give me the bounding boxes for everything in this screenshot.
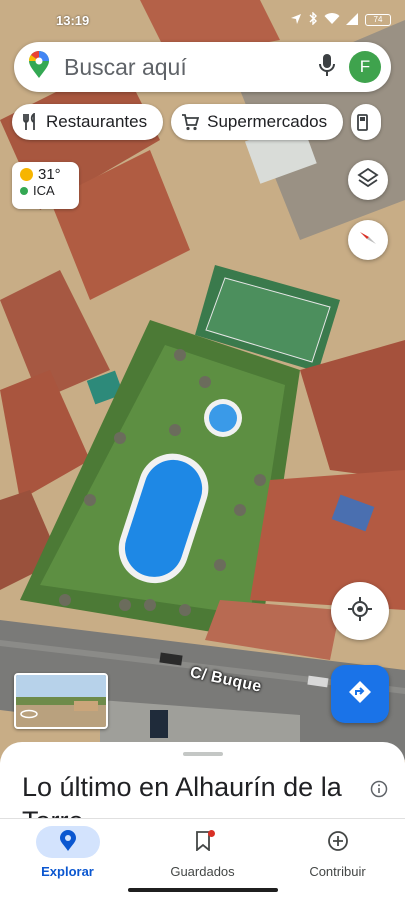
search-input[interactable]: Buscar aquí (64, 54, 319, 81)
nav-pill (171, 826, 235, 858)
sheet-title: Lo último en Alhaurín de la Torre (22, 772, 342, 822)
chip-label: Restaurantes (46, 112, 148, 131)
layers-icon (357, 167, 379, 194)
search-bar[interactable]: Buscar aquí F (14, 42, 391, 92)
sun-icon (20, 168, 33, 181)
air-quality-dot-icon (20, 186, 28, 195)
shopping-cart-icon (181, 113, 200, 131)
bluetooth-icon (308, 11, 318, 28)
nav-explorar[interactable]: Explorar (0, 819, 135, 900)
location-arrow-icon (290, 13, 302, 28)
my-location-button[interactable] (331, 582, 389, 640)
chip-supermercados[interactable]: Supermercados (171, 104, 344, 140)
layers-button[interactable] (348, 160, 388, 200)
nav-contribuir[interactable]: Contribuir (270, 819, 405, 900)
signal-icon (346, 12, 359, 28)
fork-knife-icon (22, 113, 38, 131)
crosshair-icon (347, 596, 373, 627)
wifi-icon (324, 12, 340, 28)
battery-level: 74 (373, 15, 383, 24)
compass-button[interactable] (348, 220, 388, 260)
directions-button[interactable] (331, 665, 389, 723)
chip-restaurantes[interactable]: Restaurantes (12, 104, 164, 140)
nav-pill (306, 826, 370, 858)
street-view-thumbnail[interactable] (14, 673, 108, 729)
battery-icon: 74 (365, 14, 391, 26)
gas-station-icon (357, 113, 373, 131)
air-quality-label: ICA (33, 183, 55, 198)
directions-arrow-icon (347, 679, 373, 710)
compass-icon (357, 227, 379, 254)
nav-label: Guardados (170, 864, 235, 879)
clock: 13:19 (56, 12, 90, 28)
nav-pill (35, 826, 100, 858)
nav-label: Explorar (41, 864, 94, 879)
system-icons: 74 (290, 11, 391, 28)
notification-dot-icon (207, 830, 215, 837)
maps-pin-logo-icon (28, 50, 50, 84)
weather-widget[interactable]: 31° ICA (12, 162, 79, 209)
info-icon[interactable] (370, 780, 388, 803)
chip-label: Supermercados (207, 112, 328, 131)
nav-label: Contribuir (309, 864, 366, 879)
account-avatar[interactable]: F (349, 51, 381, 83)
category-chips: Restaurantes Supermercados (12, 104, 382, 140)
add-circle-icon (327, 830, 349, 855)
gesture-bar[interactable] (128, 888, 278, 892)
microphone-icon[interactable] (319, 53, 335, 82)
street-view-360-icon (20, 706, 38, 724)
sheet-drag-handle[interactable] (182, 752, 223, 756)
temperature: 31° (38, 166, 61, 183)
pin-icon (59, 829, 77, 855)
chip-gasolineras[interactable] (351, 104, 382, 140)
explore-bottom-sheet[interactable]: Lo último en Alhaurín de la Torre (0, 742, 405, 822)
status-bar: 13:19 74 (0, 0, 405, 40)
